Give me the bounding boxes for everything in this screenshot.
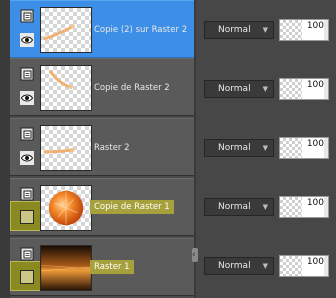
chevron-down-icon: ▼ <box>262 85 268 93</box>
opacity-stepper[interactable] <box>324 197 328 217</box>
layers-panel: Copie (2) sur Raster 2 Copie de Raster 2… <box>0 0 336 298</box>
layer-icons <box>20 67 38 111</box>
opacity-stepper[interactable] <box>324 138 328 158</box>
blend-mode-value: Normal <box>218 143 251 153</box>
layer-icons <box>20 9 38 53</box>
blend-mode-dropdown[interactable]: Normal ▼ <box>204 139 274 157</box>
opacity-field[interactable]: 100 <box>279 78 329 100</box>
layer-thumbnail[interactable] <box>40 7 92 53</box>
eye-visibility-icon[interactable] <box>20 91 34 105</box>
layer-row[interactable]: Raster 1 <box>10 238 194 296</box>
chevron-down-icon: ▼ <box>262 203 268 211</box>
blend-mode-value: Normal <box>218 261 251 271</box>
blend-mode-dropdown[interactable]: Normal ▼ <box>204 21 274 39</box>
opacity-swatch <box>280 138 302 158</box>
eye-visibility-icon[interactable] <box>20 151 34 165</box>
blend-mode-value: Normal <box>218 25 251 35</box>
chevron-left-icon: ‹ <box>192 250 196 260</box>
layer-thumbnail[interactable] <box>40 125 92 171</box>
blend-mode-dropdown[interactable]: Normal ▼ <box>204 198 274 216</box>
layer-group-icon[interactable] <box>20 9 34 23</box>
blend-mode-dropdown[interactable]: Normal ▼ <box>204 80 274 98</box>
opacity-value: 100 <box>306 198 324 208</box>
opacity-value: 100 <box>306 139 324 149</box>
layer-row[interactable]: Copie (2) sur Raster 2 <box>10 0 194 58</box>
layer-group-icon[interactable] <box>20 67 34 81</box>
opacity-swatch <box>280 20 302 40</box>
opacity-stepper[interactable] <box>324 256 328 276</box>
layer-row[interactable]: Raster 2 <box>10 118 194 176</box>
layer-name[interactable]: Copie de Raster 2 <box>94 83 170 93</box>
eye-visibility-icon[interactable] <box>20 33 34 47</box>
opacity-field[interactable]: 100 <box>279 19 329 41</box>
layer-thumbnail[interactable] <box>40 245 92 291</box>
layer-name[interactable]: Raster 1 <box>90 260 134 274</box>
opacity-value: 100 <box>306 257 324 267</box>
opacity-stepper[interactable] <box>324 20 328 40</box>
panel-splitter-handle[interactable]: ‹ <box>192 248 198 262</box>
opacity-swatch <box>280 79 302 99</box>
opacity-stepper[interactable] <box>324 79 328 99</box>
blend-mode-value: Normal <box>218 84 251 94</box>
mask-swatch <box>20 210 34 224</box>
opacity-value: 100 <box>306 21 324 31</box>
layer-thumbnail[interactable] <box>40 65 92 111</box>
chevron-down-icon: ▼ <box>262 26 268 34</box>
mask-indicator[interactable] <box>10 261 42 291</box>
layer-group-icon[interactable] <box>20 127 34 141</box>
layer-name[interactable]: Copie de Raster 1 <box>90 200 174 214</box>
opacity-swatch <box>280 197 302 217</box>
layer-icons <box>20 127 38 171</box>
layer-name[interactable]: Copie (2) sur Raster 2 <box>94 25 187 35</box>
opacity-field[interactable]: 100 <box>279 137 329 159</box>
blend-mode-value: Normal <box>218 202 251 212</box>
layer-thumbnail[interactable] <box>40 185 92 231</box>
opacity-field[interactable]: 100 <box>279 196 329 218</box>
layer-group-icon[interactable] <box>20 247 34 261</box>
mask-indicator[interactable] <box>10 201 42 231</box>
layer-row[interactable]: Copie de Raster 2 <box>10 58 194 116</box>
mask-swatch <box>20 270 34 284</box>
chevron-down-icon: ▼ <box>262 262 268 270</box>
opacity-field[interactable]: 100 <box>279 255 329 277</box>
left-gutter <box>0 0 10 298</box>
layer-name[interactable]: Raster 2 <box>94 143 130 153</box>
blend-mode-dropdown[interactable]: Normal ▼ <box>204 257 274 275</box>
opacity-value: 100 <box>306 80 324 90</box>
opacity-swatch <box>280 256 302 276</box>
layer-group-icon[interactable] <box>20 187 34 201</box>
layer-row[interactable]: Copie de Raster 1 <box>10 178 194 236</box>
chevron-down-icon: ▼ <box>262 144 268 152</box>
